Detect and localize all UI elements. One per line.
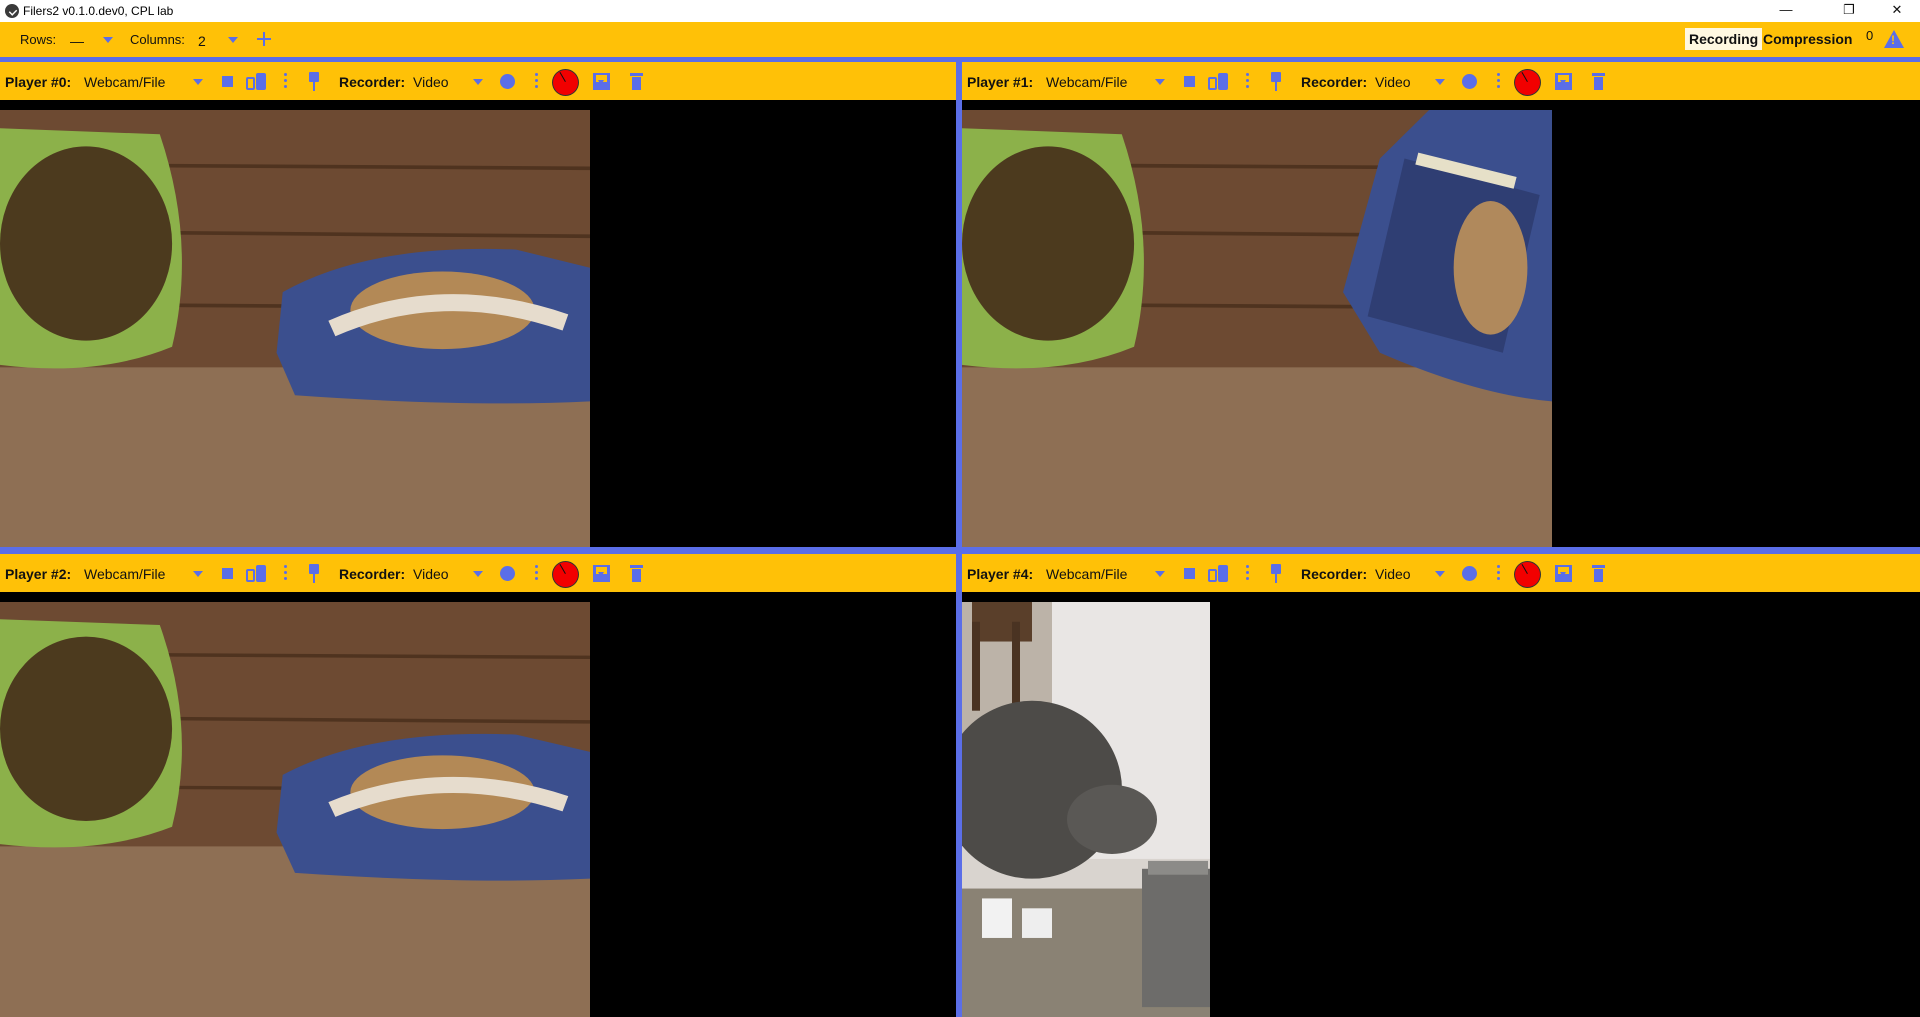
- player-more-icon[interactable]: [1246, 565, 1250, 583]
- error-count: 0: [1866, 28, 1874, 43]
- recorder-chevron-down-icon[interactable]: [1435, 571, 1445, 577]
- warning-icon[interactable]: [1884, 30, 1904, 48]
- recorder-more-icon[interactable]: [535, 73, 539, 91]
- trash-icon[interactable]: [1592, 564, 1605, 583]
- player-video[interactable]: [962, 110, 1552, 547]
- recorder-chevron-down-icon[interactable]: [473, 79, 483, 85]
- columns-chevron-down-icon[interactable]: [228, 37, 238, 43]
- recorder-select[interactable]: Video: [413, 566, 449, 582]
- rows-label: Rows:: [20, 32, 57, 47]
- trash-icon[interactable]: [1592, 72, 1605, 91]
- source-chevron-down-icon[interactable]: [193, 571, 203, 577]
- pin-icon[interactable]: [307, 72, 321, 92]
- player-panel: Player #0: Webcam/File Recorder: Video: [0, 62, 956, 547]
- player-video[interactable]: [962, 602, 1210, 1017]
- columns-label: Columns:: [130, 32, 185, 47]
- video-frame: [962, 602, 1210, 1017]
- camera-settings-icon[interactable]: [1208, 565, 1228, 582]
- recording-timer-icon[interactable]: [1515, 70, 1540, 95]
- recorder-label: Recorder:: [1301, 74, 1368, 90]
- pin-icon[interactable]: [307, 564, 321, 584]
- main-toolbar: Rows: — Columns: 2 Recording Compression…: [0, 22, 1920, 57]
- save-icon[interactable]: [1555, 73, 1572, 90]
- player-source-select[interactable]: Webcam/File: [1046, 74, 1127, 90]
- player-video[interactable]: [0, 110, 590, 547]
- video-frame: [962, 110, 1552, 547]
- source-chevron-down-icon[interactable]: [193, 79, 203, 85]
- player-toolbar: Player #1: Webcam/File Recorder: Video: [962, 62, 1920, 100]
- record-icon[interactable]: [500, 566, 515, 581]
- tab-compression[interactable]: Compression: [1763, 28, 1852, 50]
- add-player-plus-icon[interactable]: [256, 31, 272, 47]
- recording-timer-icon[interactable]: [553, 562, 578, 587]
- recorder-select[interactable]: Video: [1375, 566, 1411, 582]
- recording-timer-icon[interactable]: [1515, 562, 1540, 587]
- player-more-icon[interactable]: [284, 73, 288, 91]
- close-button[interactable]: ✕: [1874, 0, 1920, 22]
- player-label: Player #0:: [5, 74, 72, 90]
- stop-icon[interactable]: [1184, 568, 1195, 579]
- recorder-more-icon[interactable]: [1497, 565, 1501, 583]
- camera-settings-icon[interactable]: [246, 73, 266, 90]
- trash-icon[interactable]: [630, 72, 643, 91]
- source-chevron-down-icon[interactable]: [1155, 79, 1165, 85]
- pin-icon[interactable]: [1269, 564, 1283, 584]
- camera-settings-icon[interactable]: [1208, 73, 1228, 90]
- record-icon[interactable]: [1462, 74, 1477, 89]
- recorder-label: Recorder:: [1301, 566, 1368, 582]
- pin-icon[interactable]: [1269, 72, 1283, 92]
- record-icon[interactable]: [1462, 566, 1477, 581]
- recorder-select[interactable]: Video: [1375, 74, 1411, 90]
- tab-recording[interactable]: Recording: [1685, 28, 1763, 50]
- recorder-chevron-down-icon[interactable]: [473, 571, 483, 577]
- recorder-label: Recorder:: [339, 74, 406, 90]
- recorder-label: Recorder:: [339, 566, 406, 582]
- recorder-chevron-down-icon[interactable]: [1435, 79, 1445, 85]
- player-toolbar: Player #2: Webcam/File Recorder: Video: [0, 554, 956, 592]
- player-label: Player #4:: [967, 566, 1034, 582]
- stop-icon[interactable]: [222, 568, 233, 579]
- player-source-select[interactable]: Webcam/File: [84, 566, 165, 582]
- player-panel: Player #2: Webcam/File Recorder: Video: [0, 554, 956, 1017]
- stop-icon[interactable]: [1184, 76, 1195, 87]
- minimize-button[interactable]: —: [1763, 0, 1809, 22]
- save-icon[interactable]: [593, 565, 610, 582]
- save-icon[interactable]: [1555, 565, 1572, 582]
- video-frame: [0, 110, 590, 547]
- player-label: Player #1:: [967, 74, 1034, 90]
- rows-select[interactable]: —: [70, 33, 84, 49]
- player-label: Player #2:: [5, 566, 72, 582]
- recording-timer-icon[interactable]: [553, 70, 578, 95]
- camera-settings-icon[interactable]: [246, 565, 266, 582]
- app-logo-icon: [5, 4, 19, 18]
- player-panel: Player #4: Webcam/File Recorder: Video: [962, 554, 1920, 1017]
- rows-chevron-down-icon[interactable]: [103, 37, 113, 43]
- window-title: Filers2 v0.1.0.dev0, CPL lab: [23, 4, 174, 18]
- source-chevron-down-icon[interactable]: [1155, 571, 1165, 577]
- player-toolbar: Player #0: Webcam/File Recorder: Video: [0, 62, 956, 100]
- trash-icon[interactable]: [630, 564, 643, 583]
- recorder-more-icon[interactable]: [1497, 73, 1501, 91]
- recorder-select[interactable]: Video: [413, 74, 449, 90]
- save-icon[interactable]: [593, 73, 610, 90]
- recorder-more-icon[interactable]: [535, 565, 539, 583]
- record-icon[interactable]: [500, 74, 515, 89]
- player-more-icon[interactable]: [1246, 73, 1250, 91]
- player-source-select[interactable]: Webcam/File: [84, 74, 165, 90]
- video-frame: [0, 602, 590, 1017]
- player-source-select[interactable]: Webcam/File: [1046, 566, 1127, 582]
- player-video[interactable]: [0, 602, 590, 1017]
- window-title-bar: Filers2 v0.1.0.dev0, CPL lab — ❐ ✕: [0, 0, 1920, 22]
- maximize-button[interactable]: ❐: [1826, 0, 1872, 22]
- player-more-icon[interactable]: [284, 565, 288, 583]
- player-toolbar: Player #4: Webcam/File Recorder: Video: [962, 554, 1920, 592]
- stop-icon[interactable]: [222, 76, 233, 87]
- columns-select[interactable]: 2: [198, 33, 206, 49]
- player-panel: Player #1: Webcam/File Recorder: Video: [962, 62, 1920, 547]
